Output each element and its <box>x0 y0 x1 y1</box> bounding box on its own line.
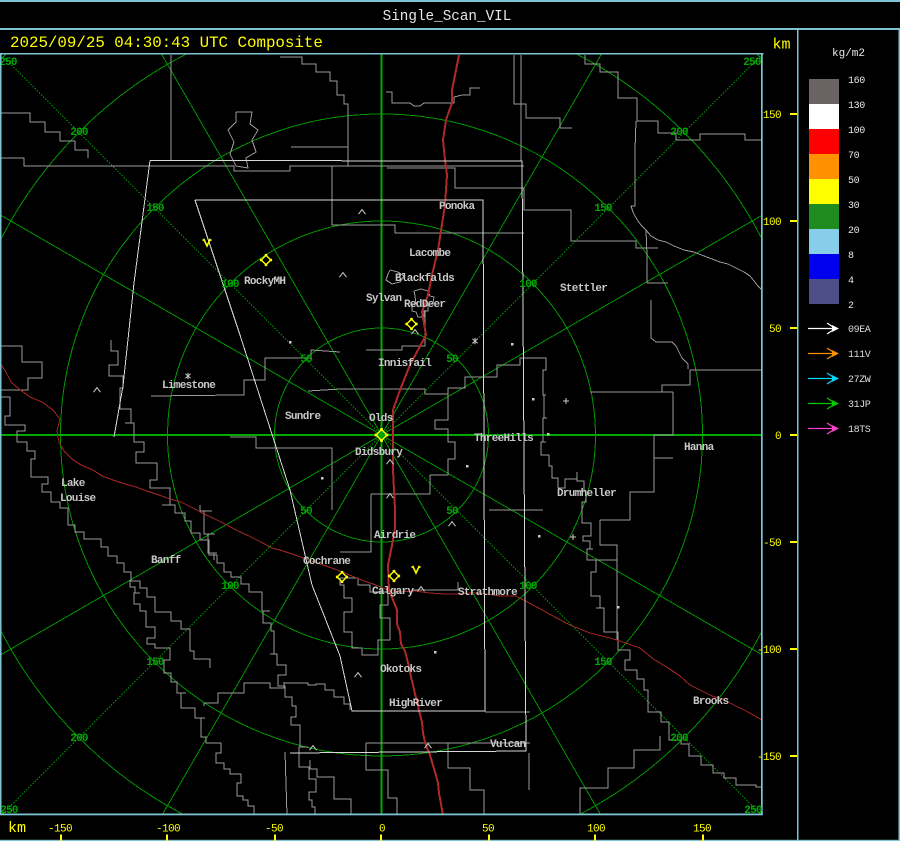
svg-text:Ponoka: Ponoka <box>439 201 476 213</box>
svg-text:200: 200 <box>670 733 688 745</box>
svg-text:Blackfalds: Blackfalds <box>395 273 454 285</box>
svg-text:250: 250 <box>743 57 761 69</box>
svg-text:50: 50 <box>446 354 458 366</box>
svg-text:70: 70 <box>848 151 860 162</box>
svg-text:150: 150 <box>146 657 164 669</box>
svg-text:111V: 111V <box>848 350 871 361</box>
svg-text:km: km <box>8 820 26 837</box>
svg-text:200: 200 <box>670 127 688 139</box>
svg-text:100: 100 <box>519 581 537 593</box>
svg-text:RedDeer: RedDeer <box>404 299 445 311</box>
svg-text:Brooks: Brooks <box>693 696 729 708</box>
svg-text:50: 50 <box>300 506 312 518</box>
svg-text:Olds: Olds <box>369 413 393 425</box>
svg-text:09EA: 09EA <box>848 325 871 336</box>
svg-text:20: 20 <box>848 226 860 237</box>
svg-text:-150: -150 <box>757 752 781 764</box>
svg-text:130: 130 <box>848 101 865 112</box>
svg-text:km: km <box>773 37 791 54</box>
svg-text:ThreeHills: ThreeHills <box>474 433 533 445</box>
svg-text:50: 50 <box>848 176 860 187</box>
svg-text:0: 0 <box>379 824 385 836</box>
svg-text:Single_Scan_VIL: Single_Scan_VIL <box>383 9 512 25</box>
svg-text:30: 30 <box>848 201 860 212</box>
svg-text:-150: -150 <box>48 824 72 836</box>
svg-text:100: 100 <box>221 279 239 291</box>
svg-text:Strathmore: Strathmore <box>458 587 518 599</box>
svg-text:Calgary: Calgary <box>372 586 414 598</box>
svg-text:100: 100 <box>587 824 605 836</box>
svg-text:250: 250 <box>0 57 17 69</box>
svg-text:27ZW: 27ZW <box>848 375 871 386</box>
svg-text:200: 200 <box>70 733 88 745</box>
svg-text:2: 2 <box>848 301 854 312</box>
svg-text:250: 250 <box>0 805 18 817</box>
svg-text:2025/09/25 04:30:43 UTC Compos: 2025/09/25 04:30:43 UTC Composite <box>10 34 323 52</box>
svg-text:Hanna: Hanna <box>684 442 715 454</box>
svg-text:100: 100 <box>763 217 781 229</box>
svg-text:250: 250 <box>744 805 762 817</box>
svg-text:Sundre: Sundre <box>285 411 322 423</box>
svg-text:Louise: Louise <box>60 493 97 505</box>
svg-text:Sylvan: Sylvan <box>366 293 402 305</box>
svg-text:Cochrane: Cochrane <box>303 556 351 568</box>
svg-text:Lacombe: Lacombe <box>409 248 451 260</box>
svg-text:160: 160 <box>848 76 865 87</box>
svg-text:150: 150 <box>594 203 612 215</box>
svg-text:150: 150 <box>594 657 612 669</box>
svg-text:8: 8 <box>848 251 854 262</box>
svg-text:-50: -50 <box>265 824 283 836</box>
svg-text:150: 150 <box>146 203 164 215</box>
svg-text:Stettler: Stettler <box>560 283 607 295</box>
svg-text:31JP: 31JP <box>848 400 871 411</box>
svg-text:18TS: 18TS <box>848 425 871 436</box>
svg-text:-100: -100 <box>156 824 180 836</box>
svg-text:Vulcan: Vulcan <box>490 739 526 751</box>
svg-text:HighRiver: HighRiver <box>389 698 442 710</box>
svg-text:Limestone: Limestone <box>162 380 216 392</box>
svg-text:Okotoks: Okotoks <box>380 664 421 676</box>
svg-text:50: 50 <box>769 324 781 336</box>
svg-text:RockyMH: RockyMH <box>244 276 285 288</box>
svg-text:100: 100 <box>519 279 537 291</box>
svg-text:-100: -100 <box>757 645 781 657</box>
svg-text:Banff: Banff <box>151 555 182 567</box>
svg-text:kg/m2: kg/m2 <box>832 48 865 60</box>
svg-text:150: 150 <box>763 110 781 122</box>
svg-text:-50: -50 <box>763 538 781 550</box>
svg-text:Innisfail: Innisfail <box>378 358 432 370</box>
svg-text:50: 50 <box>482 824 494 836</box>
svg-text:Didsbury: Didsbury <box>355 447 403 459</box>
svg-text:150: 150 <box>693 824 711 836</box>
svg-text:Drumheller: Drumheller <box>557 488 616 500</box>
svg-text:0: 0 <box>775 431 781 443</box>
svg-text:4: 4 <box>848 276 854 287</box>
svg-text:100: 100 <box>221 581 239 593</box>
svg-text:50: 50 <box>446 506 458 518</box>
svg-text:50: 50 <box>300 354 312 366</box>
svg-text:100: 100 <box>848 126 865 137</box>
svg-text:Lake: Lake <box>61 478 86 490</box>
svg-text:200: 200 <box>70 127 88 139</box>
svg-text:Airdrie: Airdrie <box>374 530 416 542</box>
